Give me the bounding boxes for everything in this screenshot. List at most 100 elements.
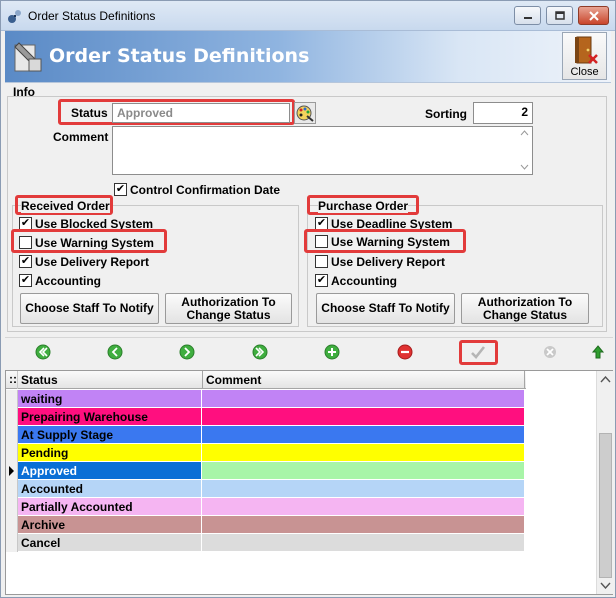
close-button[interactable]: Close [562, 32, 607, 80]
received-authorization-button[interactable]: Authorization To Change Status [165, 293, 292, 324]
comment-cell[interactable] [202, 516, 524, 534]
app-icon [7, 8, 23, 24]
column-header-status[interactable]: Status [21, 373, 58, 387]
row-indicator[interactable] [6, 408, 18, 426]
status-field[interactable]: Approved [112, 103, 290, 123]
current-row-icon [9, 466, 14, 476]
delete-record-button[interactable] [397, 344, 413, 360]
received-warning-label: Use Warning System [35, 236, 154, 250]
status-cell[interactable]: Approved [18, 462, 202, 480]
row-indicator[interactable] [6, 426, 18, 444]
control-confirmation-checkbox[interactable]: ✔ [114, 183, 127, 196]
comment-cell[interactable] [202, 480, 524, 498]
comment-cell[interactable] [202, 408, 524, 426]
purchase-authorization-button[interactable]: Authorization To Change Status [461, 293, 589, 324]
column-header-comment[interactable]: Comment [206, 373, 261, 387]
header-indicator: :: [6, 371, 18, 389]
row-indicator[interactable] [6, 462, 18, 480]
refresh-record-button[interactable] [590, 344, 606, 360]
status-cell[interactable]: Cancel [18, 534, 202, 552]
row-indicator[interactable] [6, 480, 18, 498]
prior-icon [107, 344, 123, 360]
row-indicator[interactable] [6, 444, 18, 462]
comment-cell[interactable] [202, 444, 524, 462]
received-delivery-label: Use Delivery Report [35, 255, 150, 269]
row-indicator[interactable] [6, 498, 18, 516]
received-notify-button[interactable]: Choose Staff To Notify [20, 293, 159, 324]
status-cell[interactable]: Archive [18, 516, 202, 534]
minimize-button[interactable] [514, 6, 541, 25]
header-banner: Order Status Definitions [5, 31, 611, 83]
first-record-button[interactable] [35, 344, 51, 360]
table-row[interactable]: Prepairing Warehouse [6, 408, 526, 426]
comment-field[interactable] [112, 126, 533, 175]
purchase-delivery-label: Use Delivery Report [331, 255, 446, 269]
table-row[interactable]: At Supply Stage [6, 426, 526, 444]
scroll-up-icon [600, 376, 611, 383]
insert-icon [324, 344, 340, 360]
row-indicator[interactable] [6, 390, 18, 408]
status-cell[interactable]: Prepairing Warehouse [18, 408, 202, 426]
comment-cell[interactable] [202, 390, 524, 408]
purchase-accounting-label: Accounting [331, 274, 397, 288]
table-row[interactable]: waiting [6, 390, 526, 408]
table-row[interactable]: Archive [6, 516, 526, 534]
scroll-down-icon [600, 582, 611, 589]
window-title: Order Status Definitions [28, 9, 156, 23]
tools-icon [11, 39, 45, 75]
table-row[interactable]: Cancel [6, 534, 526, 552]
prior-record-button[interactable] [107, 344, 123, 360]
sorting-field[interactable]: 2 [473, 102, 533, 124]
navigator-bar [5, 337, 613, 369]
post-icon [471, 346, 486, 359]
page-title: Order Status Definitions [49, 45, 310, 67]
received-delivery-checkbox[interactable]: ✔ [19, 255, 32, 268]
table-row[interactable]: Accounted [6, 480, 526, 498]
table-row[interactable]: Approved [6, 462, 526, 480]
received-warning-checkbox[interactable] [19, 236, 32, 249]
insert-record-button[interactable] [324, 344, 340, 360]
sorting-label: Sorting [425, 107, 467, 121]
status-cell[interactable]: waiting [18, 390, 202, 408]
row-indicator[interactable] [6, 534, 18, 552]
grid-scrollbar[interactable] [596, 371, 613, 594]
grid-header: :: Status Comment [6, 371, 526, 389]
status-grid[interactable]: :: Status Comment waiting Prepairing Ware… [5, 370, 613, 595]
comment-cell[interactable] [202, 426, 524, 444]
status-cell[interactable]: At Supply Stage [18, 426, 202, 444]
door-exit-icon [575, 36, 598, 64]
comment-cell[interactable] [202, 498, 524, 516]
comment-scrollbar[interactable] [518, 128, 531, 173]
purchase-accounting-checkbox[interactable]: ✔ [315, 274, 328, 287]
control-confirmation-label: Control Confirmation Date [130, 183, 280, 197]
next-record-button[interactable] [179, 344, 195, 360]
purchase-delivery-checkbox[interactable] [315, 255, 328, 268]
status-cell[interactable]: Pending [18, 444, 202, 462]
maximize-icon [554, 11, 565, 20]
first-icon [35, 344, 51, 360]
status-label: Status [71, 106, 108, 120]
received-accounting-checkbox[interactable]: ✔ [19, 274, 32, 287]
purchase-notify-button[interactable]: Choose Staff To Notify [316, 293, 455, 324]
close-window-button[interactable] [578, 6, 609, 25]
scroll-down-icon [520, 164, 529, 170]
delete-icon [397, 344, 413, 360]
table-row[interactable]: Partially Accounted [6, 498, 526, 516]
close-icon [588, 10, 599, 21]
last-icon [252, 344, 268, 360]
status-cell[interactable]: Partially Accounted [18, 498, 202, 516]
post-record-button[interactable] [470, 344, 486, 360]
last-record-button[interactable] [252, 344, 268, 360]
row-indicator[interactable] [6, 516, 18, 534]
maximize-button[interactable] [546, 6, 573, 25]
table-row[interactable]: Pending [6, 444, 526, 462]
cancel-icon [544, 346, 556, 358]
next-icon [179, 344, 195, 360]
cancel-record-button[interactable] [542, 344, 558, 360]
scroll-thumb[interactable] [599, 433, 612, 578]
comment-cell[interactable] [202, 462, 524, 480]
comment-cell[interactable] [202, 534, 524, 552]
status-cell[interactable]: Accounted [18, 480, 202, 498]
color-picker-button[interactable] [294, 102, 316, 124]
purchase-warning-checkbox[interactable] [315, 235, 328, 248]
